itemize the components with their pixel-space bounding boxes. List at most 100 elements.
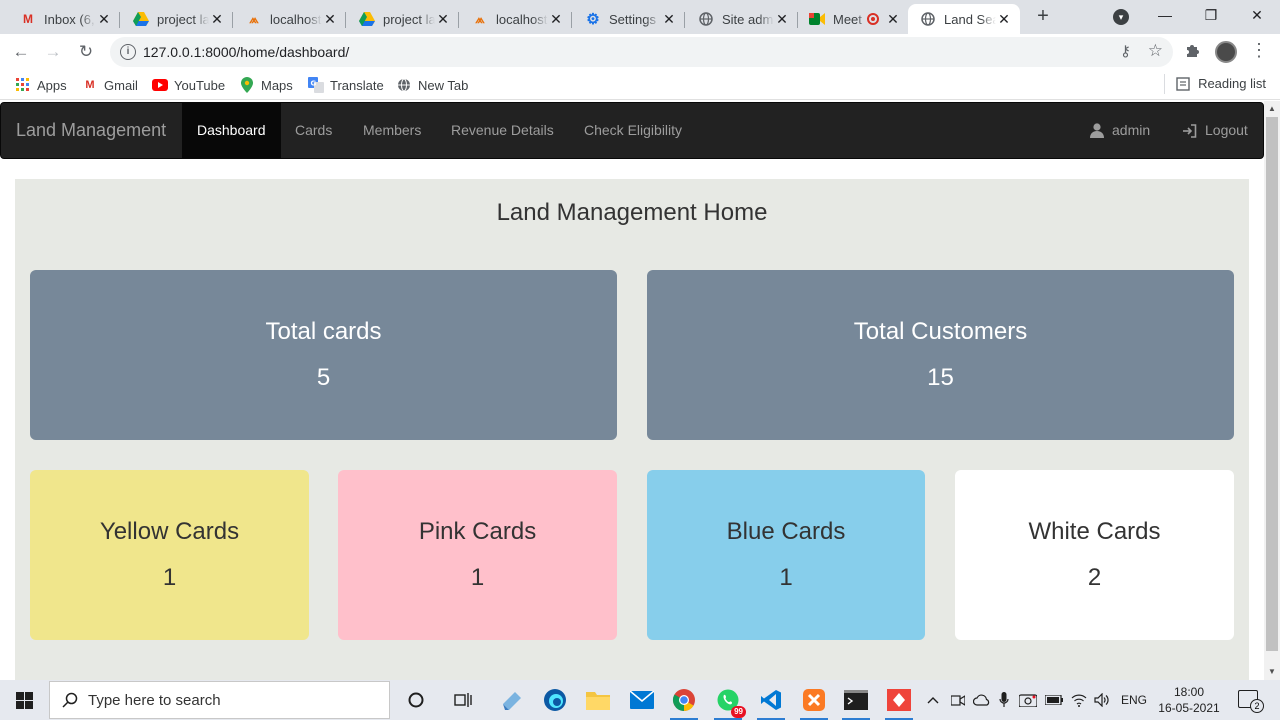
url-text[interactable]: 127.0.0.1:8000/home/dashboard/: [143, 44, 349, 60]
nav-check-eligibility[interactable]: Check Eligibility: [569, 103, 697, 158]
show-hidden-icons-icon[interactable]: [927, 680, 939, 720]
paint3d-icon[interactable]: [496, 684, 528, 716]
back-arrow-icon[interactable]: ←: [9, 40, 33, 64]
card-value: 1: [779, 564, 793, 591]
nav-logout[interactable]: Logout: [1182, 103, 1248, 158]
close-icon[interactable]: ✕: [996, 11, 1012, 28]
forward-arrow-icon[interactable]: →: [41, 40, 65, 64]
notification-center-icon[interactable]: 2: [1238, 690, 1264, 713]
bookmark-label: Gmail: [104, 77, 138, 93]
key-icon[interactable]: ⚷: [1120, 42, 1131, 60]
close-icon[interactable]: ✕: [322, 11, 338, 28]
nav-members[interactable]: Members: [348, 103, 436, 158]
bookmark-star-icon[interactable]: ☆: [1148, 41, 1163, 61]
card-value: 15: [927, 364, 954, 391]
tab-localhost[interactable]: ⩕ localhost ✕: [460, 4, 572, 34]
cortana-icon[interactable]: [400, 684, 432, 716]
tab-title: project la: [383, 11, 435, 27]
close-icon[interactable]: ✕: [661, 11, 677, 28]
tab-title: Inbox (6,: [44, 11, 95, 27]
page-scrollbar[interactable]: ▲ ▼: [1264, 101, 1280, 680]
file-explorer-icon[interactable]: [582, 684, 614, 716]
close-icon[interactable]: ✕: [96, 11, 112, 28]
terminal-icon[interactable]: [840, 684, 872, 720]
task-view-icon[interactable]: [447, 684, 479, 716]
mail-icon[interactable]: [626, 684, 658, 716]
globe-icon: [698, 11, 714, 27]
nav-dashboard[interactable]: Dashboard: [182, 103, 281, 158]
taskbar-search-box[interactable]: Type here to search: [49, 681, 390, 719]
bookmark-youtube[interactable]: YouTube: [152, 76, 225, 94]
reading-list-icon: [1176, 76, 1190, 91]
vscode-icon[interactable]: [755, 684, 787, 720]
site-info-icon[interactable]: i: [120, 44, 136, 60]
card-title: Total cards: [265, 318, 382, 345]
card-title: Total Customers: [853, 318, 1028, 345]
tab-project-drive[interactable]: project la ✕: [347, 4, 459, 34]
card-value: 5: [316, 364, 331, 391]
camera-tray-icon[interactable]: [1019, 680, 1037, 720]
total-cards-card: Total cards 5: [30, 270, 617, 440]
close-icon[interactable]: ✕: [885, 11, 901, 28]
phpmyadmin-icon: ⩕: [475, 11, 485, 26]
xampp-icon[interactable]: [798, 684, 830, 720]
taskbar-clock[interactable]: 18:00 16-05-2021: [1150, 684, 1228, 716]
more-menu-icon[interactable]: ⋮: [1250, 40, 1268, 61]
tab-title: project la: [157, 11, 209, 27]
close-icon[interactable]: ✕: [774, 11, 790, 28]
language-indicator[interactable]: ENG: [1121, 680, 1147, 720]
gmail-icon: M: [23, 12, 33, 26]
maps-icon: [239, 77, 255, 93]
window-close-button[interactable]: ✕: [1234, 0, 1280, 30]
tab-title: Site adm: [722, 11, 774, 27]
bookmark-apps[interactable]: Apps: [15, 76, 67, 94]
navbar-brand[interactable]: Land Management: [16, 120, 166, 141]
close-icon[interactable]: ✕: [548, 11, 564, 28]
battery-icon[interactable]: [1045, 680, 1063, 720]
nav-revenue-details[interactable]: Revenue Details: [436, 103, 569, 158]
user-icon: [1090, 123, 1104, 138]
chrome-icon[interactable]: [668, 684, 700, 720]
start-button[interactable]: [0, 680, 48, 720]
profile-avatar[interactable]: [1215, 41, 1237, 63]
tab-project-drive[interactable]: project la ✕: [121, 4, 233, 34]
page-title: Land Management Home: [496, 199, 768, 226]
tab-site-admin[interactable]: Site adm ✕: [686, 4, 798, 34]
pink-cards-card: Pink Cards 1: [338, 470, 617, 640]
close-icon[interactable]: ✕: [435, 11, 451, 28]
volume-icon[interactable]: [1094, 680, 1110, 720]
scrollbar-thumb[interactable]: [1266, 117, 1278, 651]
onedrive-icon[interactable]: [973, 680, 991, 720]
tab-localhost[interactable]: ⩕ localhost ✕: [234, 4, 346, 34]
apps-grid-icon: [15, 77, 31, 93]
bookmark-gmail[interactable]: M Gmail: [82, 76, 138, 94]
reload-icon[interactable]: ↻: [74, 40, 98, 64]
wifi-icon[interactable]: [1071, 680, 1087, 720]
anydesk-icon[interactable]: [883, 684, 915, 720]
nav-user[interactable]: admin: [1090, 103, 1150, 158]
tab-meet[interactable]: Meet ✕: [797, 4, 909, 34]
microphone-icon[interactable]: [999, 680, 1009, 720]
extensions-puzzle-icon[interactable]: [1185, 42, 1201, 63]
minimize-button[interactable]: —: [1142, 0, 1188, 30]
bookmark-maps[interactable]: Maps: [239, 76, 293, 94]
phpmyadmin-icon: ⩕: [249, 11, 259, 26]
bookmark-translate[interactable]: G Translate: [308, 76, 384, 94]
scroll-up-arrow-icon[interactable]: ▲: [1264, 101, 1280, 117]
whatsapp-icon[interactable]: 99: [712, 684, 746, 720]
scroll-down-arrow-icon[interactable]: ▼: [1264, 664, 1280, 680]
edge-icon[interactable]: [539, 684, 571, 716]
tab-land-search[interactable]: Land Sea ✕: [908, 4, 1020, 34]
meet-now-icon[interactable]: [951, 680, 965, 720]
address-bar[interactable]: i 127.0.0.1:8000/home/dashboard/ ⚷ ☆: [110, 37, 1173, 67]
tab-search-icon[interactable]: ▾: [1113, 9, 1129, 25]
tab-settings[interactable]: ⚙ Settings ✕: [573, 4, 685, 34]
close-icon[interactable]: ✕: [209, 11, 225, 28]
tab-inbox[interactable]: M Inbox (6, ✕: [8, 4, 120, 34]
new-tab-button[interactable]: +: [1032, 6, 1054, 28]
restore-button[interactable]: ❐: [1188, 0, 1234, 30]
nav-cards[interactable]: Cards: [280, 103, 347, 158]
meet-icon: [809, 11, 825, 27]
reading-list-button[interactable]: Reading list: [1164, 74, 1266, 94]
bookmark-new-tab[interactable]: New Tab: [396, 76, 468, 94]
